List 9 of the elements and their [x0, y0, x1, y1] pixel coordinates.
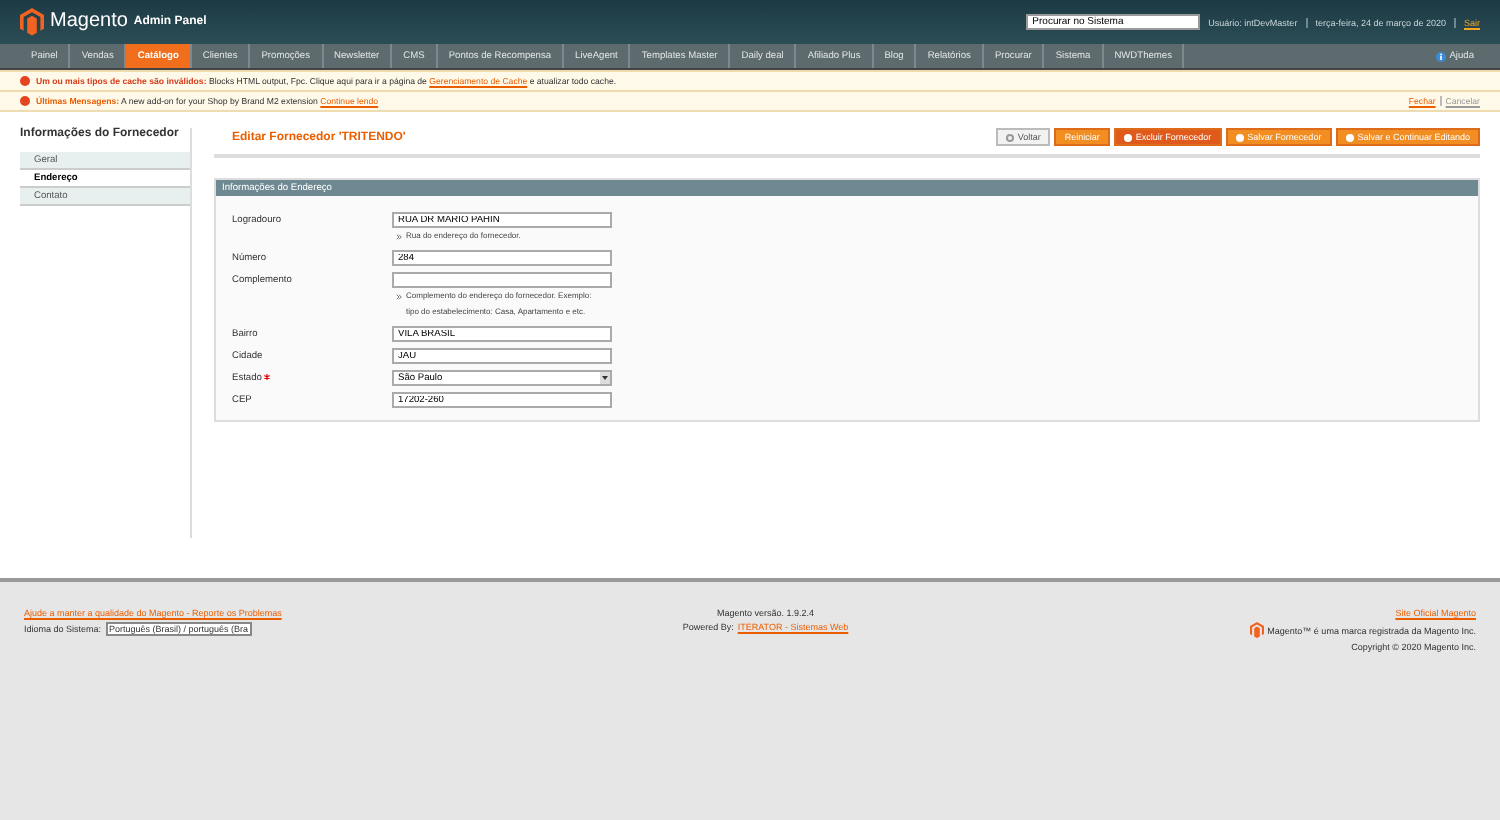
logo-text: Magento	[50, 10, 128, 33]
dropdown-arrow-icon	[600, 372, 610, 384]
magento-logo-icon	[20, 8, 44, 36]
magento-logo-icon	[1249, 622, 1264, 639]
help-icon	[1435, 51, 1446, 61]
text-input[interactable]	[392, 272, 612, 288]
note-arrow-icon	[396, 293, 402, 299]
note-arrow-icon	[396, 233, 402, 239]
required-asterisk-icon	[263, 374, 270, 380]
